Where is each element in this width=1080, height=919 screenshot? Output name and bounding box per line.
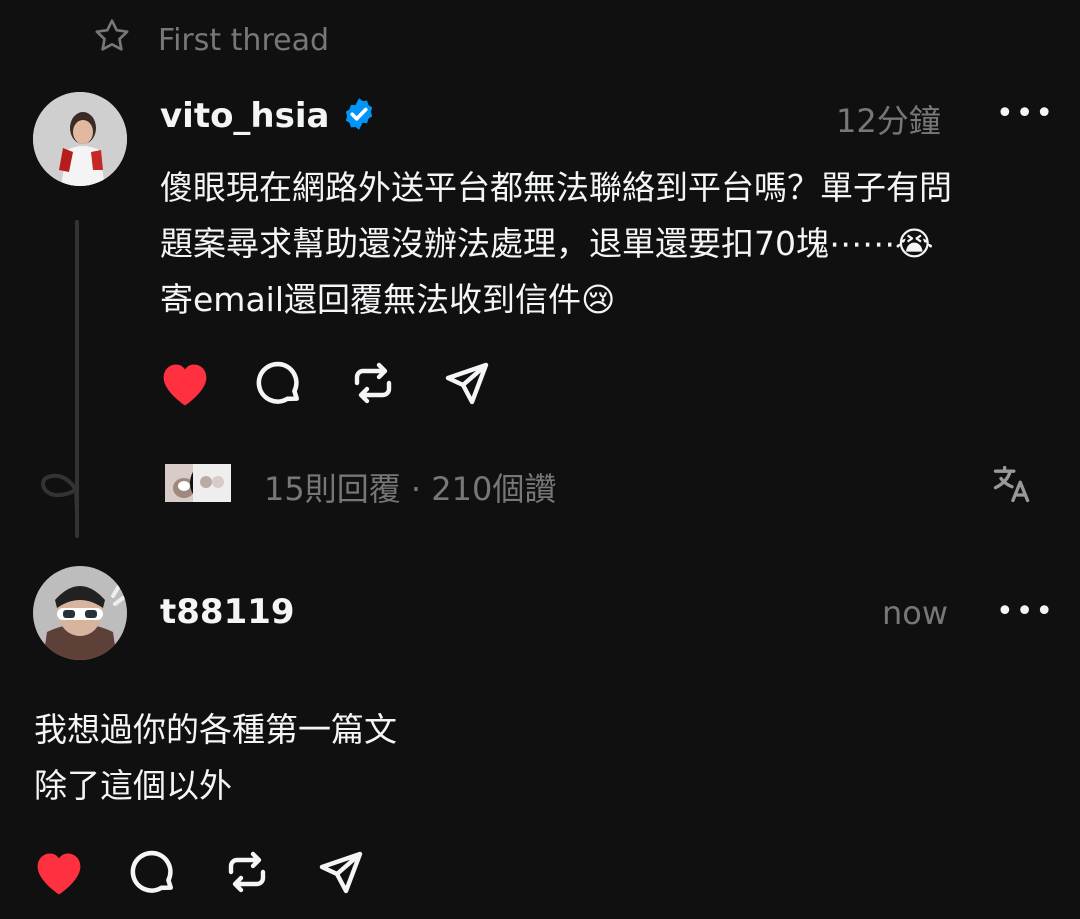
reply-action-bar	[32, 847, 368, 901]
translate-icon	[990, 465, 1034, 510]
post-stats[interactable]: 15則回覆 · 210個讚	[264, 464, 556, 510]
reply-button[interactable]	[252, 358, 306, 412]
reply-reply-button[interactable]	[126, 847, 180, 901]
reply-more-options-icon[interactable]: •••	[996, 594, 1055, 629]
replier-avatars[interactable]	[162, 461, 236, 505]
reply-username[interactable]: t88119	[160, 592, 295, 632]
heart-filled-icon	[32, 847, 86, 901]
post-author-row: vito_hsia	[160, 92, 377, 140]
reply-timestamp: now	[882, 594, 949, 632]
post-author-avatar[interactable]	[33, 92, 127, 186]
post-body-text: 傻眼現在網路外送平台都無法聯絡到平台嗎？單子有問 題案尋求幫助還沒辦法處理，退單…	[160, 168, 952, 319]
reply-body-text: 我想過你的各種第一篇文 除了這個以外	[34, 710, 397, 805]
comment-bubble-icon	[128, 847, 178, 901]
reply-repost-button[interactable]	[220, 847, 274, 901]
first-thread-header[interactable]: First thread	[92, 18, 329, 62]
thread-loop-icon	[36, 462, 86, 516]
verified-badge-icon	[341, 96, 377, 136]
comment-bubble-icon	[254, 358, 304, 412]
post-action-bar	[158, 358, 494, 412]
share-button[interactable]	[440, 358, 494, 412]
send-paper-plane-icon	[443, 359, 491, 411]
heart-filled-icon	[158, 358, 212, 412]
post-timestamp: 12分鐘	[836, 102, 941, 140]
reply-like-button[interactable]	[32, 847, 86, 901]
repost-arrows-icon	[349, 359, 397, 411]
post-username[interactable]: vito_hsia	[160, 96, 329, 136]
repost-button[interactable]	[346, 358, 400, 412]
reply-share-button[interactable]	[314, 847, 368, 901]
post-more-options-icon[interactable]: •••	[996, 96, 1055, 131]
like-button[interactable]	[158, 358, 212, 412]
first-thread-label: First thread	[158, 22, 330, 58]
star-icon	[92, 16, 132, 64]
reply-author-avatar[interactable]	[33, 566, 127, 660]
repost-arrows-icon	[223, 848, 271, 900]
translate-button[interactable]	[990, 462, 1034, 510]
send-paper-plane-icon	[317, 848, 365, 900]
replier-avatar	[190, 461, 234, 505]
